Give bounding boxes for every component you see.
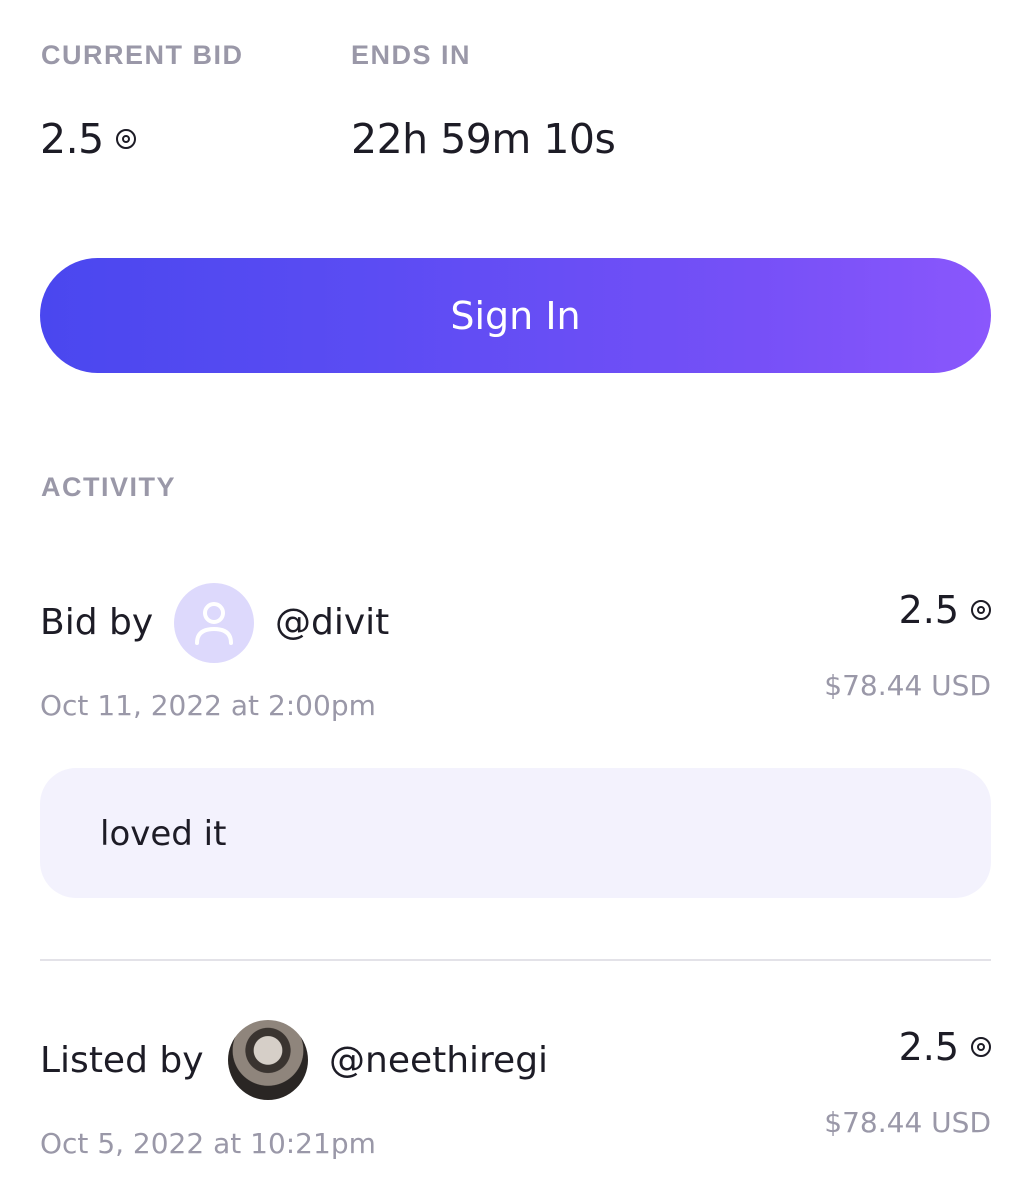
bid-comment-text: loved it xyxy=(100,814,227,854)
activity-usd: $78.44 USD xyxy=(824,669,991,702)
user-placeholder-icon[interactable] xyxy=(174,583,254,663)
activity-date: Oct 11, 2022 at 2:00pm xyxy=(40,689,376,722)
auction-panel: CURRENT BID 2.5 ENDS IN 22h 59m 10s Sign… xyxy=(0,0,1029,1200)
current-bid-value-wrap: 2.5 xyxy=(40,115,136,163)
activity-handle[interactable]: @neethiregi xyxy=(329,1040,548,1081)
activity-amount-wrap: 2.5 xyxy=(899,588,991,632)
ends-in-value: 22h 59m 10s xyxy=(351,115,616,163)
profile-photo-avatar[interactable] xyxy=(228,1020,308,1100)
activity-amount: 2.5 xyxy=(898,588,959,632)
currency-coin-icon xyxy=(971,1036,991,1057)
ends-in-label: ENDS IN xyxy=(351,40,472,70)
activity-amount: 2.5 xyxy=(898,1025,959,1069)
bid-comment: loved it xyxy=(40,768,991,898)
activity-amount-wrap: 2.5 xyxy=(899,1025,991,1069)
activity-action: Listed by xyxy=(40,1040,204,1081)
activity-action: Bid by xyxy=(40,602,154,643)
user-icon xyxy=(195,602,233,645)
current-bid-value: 2.5 xyxy=(40,115,104,163)
activity-divider xyxy=(40,959,991,961)
activity-handle[interactable]: @divit xyxy=(275,602,389,643)
activity-date: Oct 5, 2022 at 10:21pm xyxy=(40,1127,376,1160)
currency-coin-icon xyxy=(115,129,136,149)
activity-usd: $78.44 USD xyxy=(824,1106,991,1139)
current-bid-label: CURRENT BID xyxy=(41,40,244,70)
currency-coin-icon xyxy=(971,599,991,620)
sign-in-button[interactable]: Sign In xyxy=(40,258,991,373)
activity-title: ACTIVITY xyxy=(41,472,177,502)
